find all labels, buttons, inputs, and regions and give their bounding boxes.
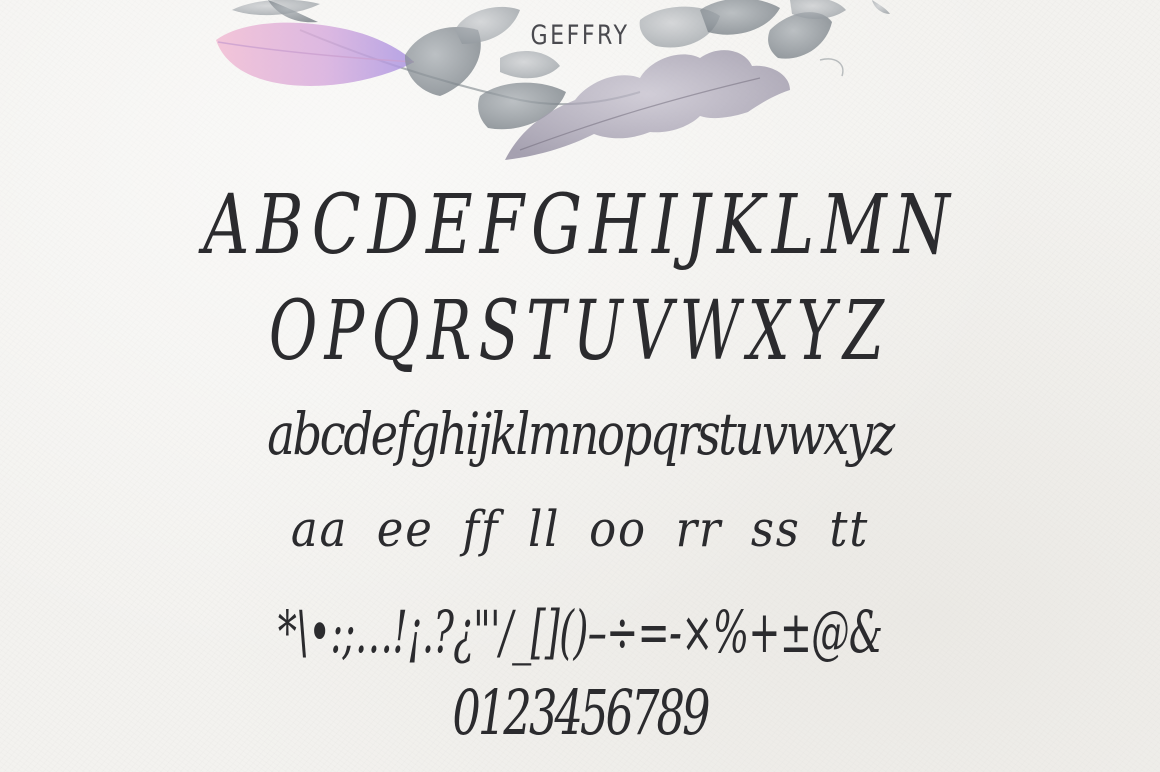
specimen-uppercase-row-1: ABCDEFGHIJKLMN: [203, 178, 957, 273]
specimen-numerals-row: 0123456789: [452, 676, 710, 749]
specimen-uppercase-row-2: OPQRSTUVWXYZ: [268, 284, 892, 379]
specimen-lowercase-row: abcdefghijklmnopqrstuvwxyz: [267, 400, 895, 468]
specimen-ligatures-row: aa ee ff ll oo rr ss tt: [290, 500, 870, 558]
brand-title: GEFFRY: [530, 20, 630, 51]
specimen-punctuation-row: *\•:;…!¡.?¿"'/_[]()–÷=-×%+±@&: [277, 598, 883, 666]
